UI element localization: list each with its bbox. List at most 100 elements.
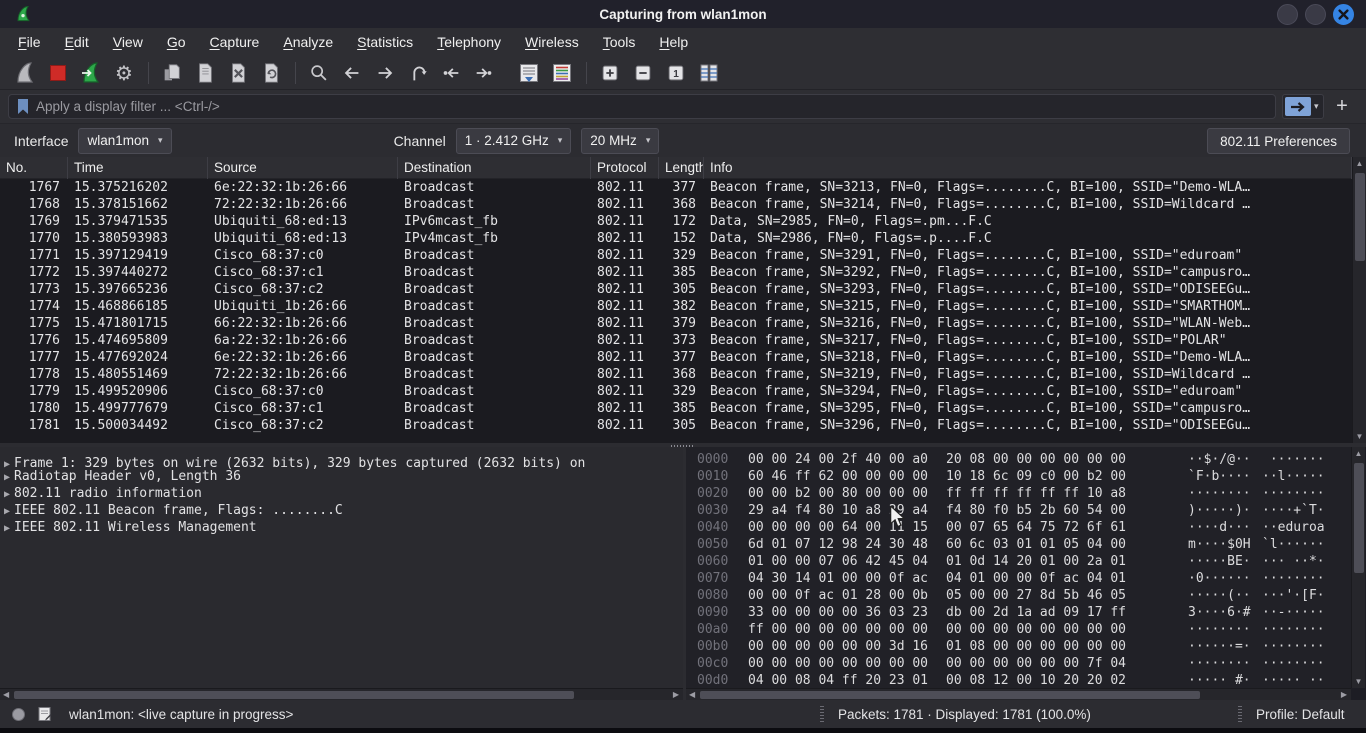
reload-capture-file-icon[interactable] [258,60,284,86]
packet-row-1779[interactable]: 177915.499520906Cisco_68:37:c0Broadcast8… [0,383,1352,400]
bytes-scrollbar-vertical[interactable]: ▲ ▼ [1351,447,1365,688]
display-filter-input[interactable]: Apply a display filter ... <Ctrl-/> [8,94,1276,119]
menu-help[interactable]: Help [647,28,700,57]
channel-dropdown[interactable]: 1 · 2.412 GHz▾ [456,128,572,154]
auto-scroll-icon[interactable] [516,60,542,86]
open-capture-file-icon[interactable] [159,60,185,86]
bandwidth-dropdown[interactable]: 20 MHz▾ [581,128,659,154]
hex-row-0090[interactable]: 009033 00 00 00 00 36 03 23db 00 2d 1a a… [686,604,1351,621]
hex-row-0040[interactable]: 004000 00 00 00 64 00 11 1500 07 65 64 7… [686,519,1351,536]
apply-dropdown-caret-icon[interactable]: ▾ [1314,101,1319,112]
bytes-scrollbar-horizontal[interactable]: ◀ ▶ [686,688,1351,700]
hex-row-00b0[interactable]: 00b000 00 00 00 00 00 3d 1601 08 00 00 0… [686,638,1351,655]
window-title: Capturing from wlan1mon [0,7,1366,22]
column-header-protocol[interactable]: Protocol [591,157,659,179]
menu-file[interactable]: File [6,28,53,57]
packet-row-1775[interactable]: 177515.47180171566:22:32:1b:26:66Broadca… [0,315,1352,332]
capture-options-icon[interactable]: ⚙ [111,60,137,86]
profile-text[interactable]: Profile: Default [1256,707,1345,722]
apply-filter-button[interactable]: ▾ [1282,94,1324,119]
hex-hex2: 20 08 00 00 00 00 00 00 [946,451,1126,468]
column-header-info[interactable]: Info [704,157,1352,179]
column-header-source[interactable]: Source [208,157,398,179]
filter-bookmark-icon[interactable] [16,98,30,115]
packet-row-1768[interactable]: 176815.37815166272:22:32:1b:26:66Broadca… [0,196,1352,213]
menu-telephony[interactable]: Telephony [425,28,513,57]
save-capture-file-icon[interactable] [192,60,218,86]
column-header-time[interactable]: Time [68,157,208,179]
menu-go[interactable]: Go [155,28,198,57]
menu-edit[interactable]: Edit [53,28,101,57]
packet-row-1771[interactable]: 177115.397129419Cisco_68:37:c0Broadcast8… [0,247,1352,264]
cell-info: Beacon frame, SN=3219, FN=0, Flags=.....… [704,366,1352,383]
column-header-destination[interactable]: Destination [398,157,591,179]
packet-row-1776[interactable]: 177615.4746958096a:22:32:1b:26:66Broadca… [0,332,1352,349]
hex-row-0050[interactable]: 00506d 01 07 12 98 24 30 4860 6c 03 01 0… [686,536,1351,553]
detail-row[interactable]: ▶IEEE 802.11 Beacon frame, Flags: ......… [0,502,683,519]
hex-row-00a0[interactable]: 00a0ff 00 00 00 00 00 00 0000 00 00 00 0… [686,621,1351,638]
zoom-normal-icon[interactable]: 1 [663,60,689,86]
expand-arrow-icon[interactable]: ▶ [0,503,14,520]
expert-info-icon[interactable] [12,708,25,721]
menu-wireless[interactable]: Wireless [513,28,591,57]
capture-comment-icon[interactable] [37,706,53,722]
hex-row-0070[interactable]: 007004 30 14 01 00 00 0f ac04 01 00 00 0… [686,570,1351,587]
detail-row[interactable]: ▶IEEE 802.11 Wireless Management [0,519,683,536]
maximize-button[interactable] [1305,4,1326,25]
packet-row-1769[interactable]: 176915.379471535Ubiquiti_68:ed:13IPv6mca… [0,213,1352,230]
go-forward-icon[interactable] [372,60,398,86]
packet-row-1777[interactable]: 177715.4776920246e:22:32:1b:26:66Broadca… [0,349,1352,366]
stop-capture-icon[interactable] [45,60,71,86]
menu-view[interactable]: View [101,28,155,57]
zoom-out-icon[interactable] [630,60,656,86]
column-header-no[interactable]: No. [0,157,68,179]
detail-row[interactable]: ▶802.11 radio information [0,485,683,502]
menu-tools[interactable]: Tools [591,28,648,57]
close-capture-file-icon[interactable] [225,60,251,86]
packet-row-1780[interactable]: 178015.499777679Cisco_68:37:c1Broadcast8… [0,400,1352,417]
hex-row-0080[interactable]: 008000 00 0f ac 01 28 00 0b05 00 00 27 8… [686,587,1351,604]
packet-row-1772[interactable]: 177215.397440272Cisco_68:37:c1Broadcast8… [0,264,1352,281]
hex-row-0060[interactable]: 006001 00 00 07 06 42 45 0401 0d 14 20 0… [686,553,1351,570]
expand-arrow-icon[interactable]: ▶ [0,486,14,503]
find-packet-icon[interactable] [306,60,332,86]
menu-capture[interactable]: Capture [198,28,272,57]
zoom-in-icon[interactable] [597,60,623,86]
hex-row-0030[interactable]: 003029 a4 f4 80 10 a8 29 a4f4 80 f0 b5 2… [686,502,1351,519]
go-back-icon[interactable] [339,60,365,86]
packet-row-1770[interactable]: 177015.380593983Ubiquiti_68:ed:13IPv4mca… [0,230,1352,247]
packet-row-1781[interactable]: 178115.500034492Cisco_68:37:c2Broadcast8… [0,417,1352,434]
packet-row-1767[interactable]: 176715.3752162026e:22:32:1b:26:66Broadca… [0,179,1352,196]
resize-columns-icon[interactable] [696,60,722,86]
detail-row[interactable]: ▶Radiotap Header v0, Length 36 [0,468,683,485]
cell-destination: IPv4mcast_fb [398,230,591,247]
start-capture-icon[interactable] [12,60,38,86]
add-filter-button[interactable]: + [1330,94,1354,119]
hex-offset: 0050 [697,536,728,553]
go-to-packet-icon[interactable] [405,60,431,86]
packet-row-1773[interactable]: 177315.397665236Cisco_68:37:c2Broadcast8… [0,281,1352,298]
packet-row-1778[interactable]: 177815.48055146972:22:32:1b:26:66Broadca… [0,366,1352,383]
go-last-packet-icon[interactable] [471,60,497,86]
close-button[interactable] [1333,4,1354,25]
hex-row-0000[interactable]: 000000 00 24 00 2f 40 00 a020 08 00 00 0… [686,451,1351,468]
hex-row-00c0[interactable]: 00c000 00 00 00 00 00 00 0000 00 00 00 0… [686,655,1351,672]
restart-capture-icon[interactable] [78,60,104,86]
hex-row-00d0[interactable]: 00d004 00 08 04 ff 20 23 0100 08 12 00 1… [686,672,1351,688]
minimize-button[interactable] [1277,4,1298,25]
menu-statistics[interactable]: Statistics [345,28,425,57]
expand-arrow-icon[interactable]: ▶ [0,520,14,537]
expand-arrow-icon[interactable]: ▶ [0,469,14,486]
column-header-length[interactable]: Length [659,157,704,179]
hex-row-0020[interactable]: 002000 00 b2 00 80 00 00 00ff ff ff ff f… [686,485,1351,502]
hex-row-0010[interactable]: 001060 46 ff 62 00 00 00 0010 18 6c 09 c… [686,468,1351,485]
packet-row-1774[interactable]: 177415.468866185Ubiquiti_1b:26:66Broadca… [0,298,1352,315]
colorize-packets-icon[interactable] [549,60,575,86]
interface-dropdown[interactable]: wlan1mon▾ [78,128,171,154]
80211-preferences-button[interactable]: 802.11 Preferences [1207,128,1350,154]
packet-list-scrollbar[interactable]: ▲ ▼ [1352,157,1366,443]
menu-analyze[interactable]: Analyze [271,28,345,57]
cell-no: 1768 [0,196,68,213]
details-scrollbar-horizontal[interactable]: ◀ ▶ [0,688,683,700]
go-first-packet-icon[interactable] [438,60,464,86]
